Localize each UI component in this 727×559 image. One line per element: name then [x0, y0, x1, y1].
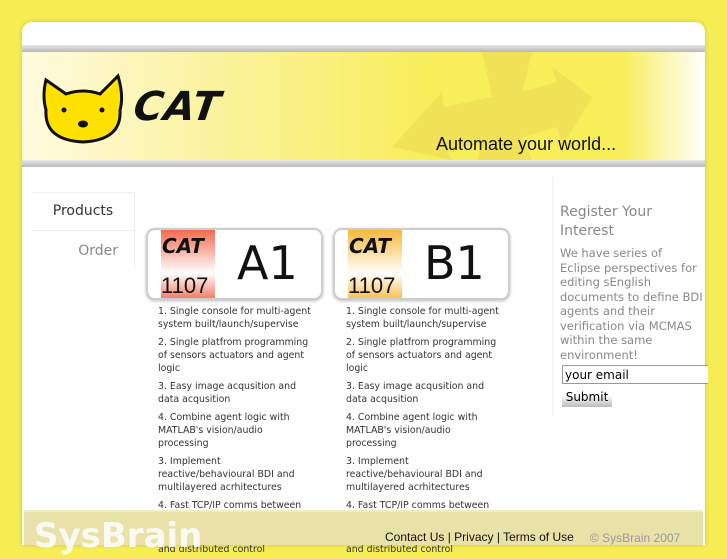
separator: |	[496, 530, 500, 544]
footer-brand: SysBrain	[34, 516, 203, 556]
register-title: Register Your Interest	[560, 204, 652, 239]
product-card-a1[interactable]: CAT 1107 A1	[146, 228, 323, 300]
top-strip	[22, 22, 705, 45]
feature-item: 2. Single platfrom programming of sensor…	[158, 337, 309, 374]
copyright: © SysBrain 2007	[590, 531, 681, 545]
separator: |	[447, 530, 451, 544]
register-sidebar: Register Your Interest We have series of…	[552, 177, 708, 417]
divider-bar	[22, 160, 705, 167]
nav-products[interactable]: Products	[32, 192, 135, 229]
register-text: We have series of Eclipse perspectives f…	[560, 246, 703, 362]
feature-item: 2. Single platfrom programming of sensor…	[346, 337, 497, 374]
nav-order[interactable]: Order	[32, 230, 135, 267]
page-container: CAT Automate your world... Products Orde…	[22, 22, 708, 556]
logo-text: CAT	[130, 84, 225, 130]
footer: SysBrain Contact Us | Privacy | Terms of…	[24, 510, 703, 556]
product-brand: CAT	[162, 234, 204, 258]
submit-button[interactable]: Submit	[562, 387, 612, 407]
product-card-b1[interactable]: CAT 1107 B1	[333, 228, 510, 300]
product-model: B1	[424, 236, 485, 290]
divider-bar	[22, 45, 705, 52]
tagline: Automate your world...	[436, 134, 617, 154]
terms-link[interactable]: Terms of Use	[503, 530, 574, 544]
feature-item: 4. Combine agent logic with MATLAB's vis…	[158, 412, 290, 449]
product-number: 1107	[161, 273, 209, 298]
feature-item: 3. Implement reactive/behavioural BDI an…	[158, 456, 295, 493]
privacy-link[interactable]: Privacy	[454, 530, 493, 544]
product-brand: CAT	[349, 234, 391, 258]
feature-item: 3. Easy image acqusition and data acqusi…	[158, 381, 297, 405]
feature-item: 3. Easy image acqusition and data acqusi…	[346, 381, 485, 405]
footer-links: Contact Us | Privacy | Terms of Use	[385, 530, 574, 544]
feature-item: 1. Single console for multi-agent system…	[158, 306, 311, 330]
feature-item: 1. Single console for multi-agent system…	[346, 306, 499, 330]
product-number: 1107	[348, 273, 396, 298]
feature-item: 4. Combine agent logic with MATLAB's vis…	[346, 412, 478, 449]
cat-logo-icon	[42, 73, 124, 144]
product-model: A1	[237, 236, 298, 290]
contact-link[interactable]: Contact Us	[385, 530, 444, 544]
feature-item: 3. Implement reactive/behavioural BDI an…	[346, 456, 483, 493]
header-banner: CAT Automate your world...	[22, 52, 705, 160]
email-input[interactable]	[562, 365, 708, 384]
